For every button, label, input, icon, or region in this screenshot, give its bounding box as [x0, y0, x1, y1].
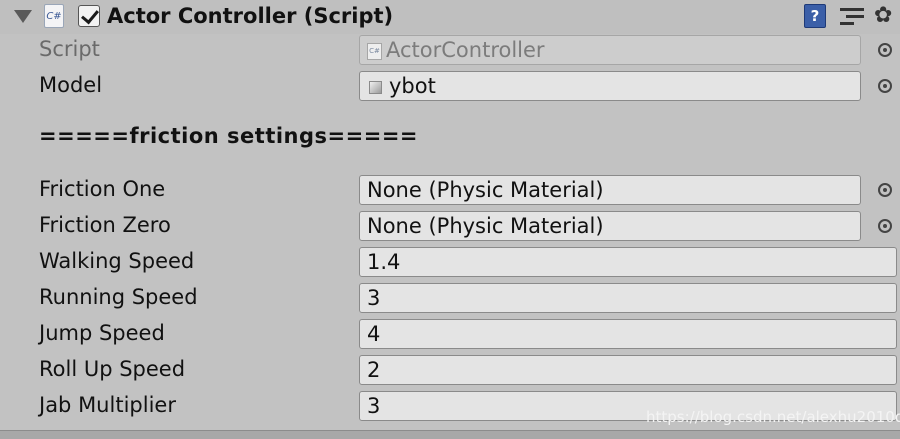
- object-picker-icon[interactable]: [878, 219, 892, 233]
- friction-zero-row: Friction Zero None (Physic Material): [0, 211, 900, 241]
- running-speed-input[interactable]: 3: [359, 283, 897, 313]
- csharp-script-icon: C#: [44, 4, 64, 28]
- friction-zero-field[interactable]: None (Physic Material): [359, 211, 861, 241]
- roll-up-speed-row: Roll Up Speed 2: [0, 355, 900, 385]
- friction-one-label: Friction One: [39, 177, 166, 201]
- jump-speed-label: Jump Speed: [39, 321, 165, 345]
- model-field[interactable]: ybot: [359, 71, 861, 101]
- roll-up-speed-label: Roll Up Speed: [39, 357, 186, 381]
- object-picker-icon[interactable]: [878, 79, 892, 93]
- jump-speed-input[interactable]: 4: [359, 319, 897, 349]
- running-speed-row: Running Speed 3: [0, 283, 900, 313]
- model-row: Model ybot: [0, 71, 900, 101]
- walking-speed-label: Walking Speed: [39, 249, 195, 273]
- component-header: C# Actor Controller (Script) ? ✿: [0, 0, 900, 34]
- jab-multiplier-label: Jab Multiplier: [39, 393, 176, 417]
- foldout-arrow-icon[interactable]: [14, 10, 32, 23]
- script-field: C# ActorController: [359, 35, 861, 65]
- csharp-script-icon: C#: [367, 42, 382, 60]
- component-title[interactable]: Actor Controller (Script): [107, 4, 393, 28]
- checkmark-icon: [81, 5, 99, 25]
- running-speed-label: Running Speed: [39, 285, 198, 309]
- friction-zero-label: Friction Zero: [39, 213, 171, 237]
- roll-up-speed-input[interactable]: 2: [359, 355, 897, 385]
- friction-one-field[interactable]: None (Physic Material): [359, 175, 861, 205]
- friction-settings-header: =====friction settings=====: [39, 124, 419, 148]
- walking-speed-input[interactable]: 1.4: [359, 247, 897, 277]
- component-enabled-checkbox[interactable]: [78, 5, 100, 27]
- script-value: ActorController: [386, 38, 545, 62]
- jump-speed-row: Jump Speed 4: [0, 319, 900, 349]
- gear-icon[interactable]: ✿: [874, 2, 892, 30]
- friction-one-row: Friction One None (Physic Material): [0, 175, 900, 205]
- object-picker-icon[interactable]: [878, 183, 892, 197]
- model-value: ybot: [389, 74, 436, 98]
- script-row: Script C# ActorController: [0, 35, 900, 65]
- mesh-cube-icon: [367, 78, 385, 96]
- script-label: Script: [39, 37, 100, 61]
- model-label: Model: [39, 73, 103, 97]
- object-picker-icon[interactable]: [878, 43, 892, 57]
- help-book-icon[interactable]: ?: [804, 4, 826, 28]
- walking-speed-row: Walking Speed 1.4: [0, 247, 900, 277]
- presets-icon[interactable]: [840, 5, 864, 27]
- watermark-text: https://blog.csdn.net/alexhu2010q: [646, 408, 900, 426]
